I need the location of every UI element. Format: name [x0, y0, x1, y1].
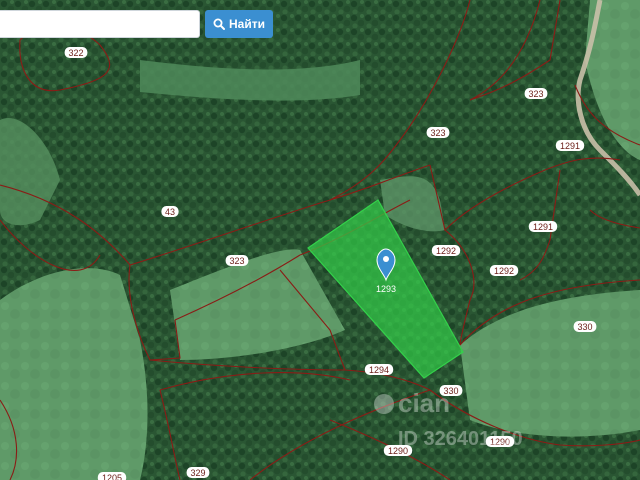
- plot-number-label[interactable]: 329: [190, 468, 205, 478]
- satellite-map[interactable]: 1293 322 323 323 1291 43 1291 323 1292 1292 330 12…: [0, 0, 640, 480]
- plot-number-label[interactable]: 1205: [102, 473, 122, 480]
- svg-text:cian: cian: [398, 388, 450, 418]
- meadow-left: [0, 268, 148, 480]
- plot-number-label[interactable]: 322: [68, 48, 83, 58]
- plot-number-label[interactable]: 1294: [369, 365, 389, 375]
- svg-text:ID 326401150: ID 326401150: [398, 428, 523, 450]
- plot-number-label[interactable]: 323: [528, 89, 543, 99]
- plot-number-label[interactable]: 1291: [533, 222, 553, 232]
- search-input[interactable]: [0, 10, 200, 38]
- search-button-label: Найти: [229, 17, 265, 31]
- plot-number-label[interactable]: 1292: [494, 266, 514, 276]
- plot-number-label[interactable]: 43: [165, 207, 175, 217]
- search-bar: Найти: [0, 10, 273, 38]
- search-button[interactable]: Найти: [205, 10, 273, 38]
- plot-number-label[interactable]: 330: [577, 322, 592, 332]
- plot-number-label[interactable]: 323: [430, 128, 445, 138]
- plot-number-label[interactable]: 323: [229, 256, 244, 266]
- plot-number-label[interactable]: 1291: [560, 141, 580, 151]
- search-icon: [213, 18, 225, 30]
- selected-plot-label: 1293: [376, 284, 396, 294]
- plot-number-label[interactable]: 1292: [436, 246, 456, 256]
- svg-text:1293: 1293: [376, 284, 396, 294]
